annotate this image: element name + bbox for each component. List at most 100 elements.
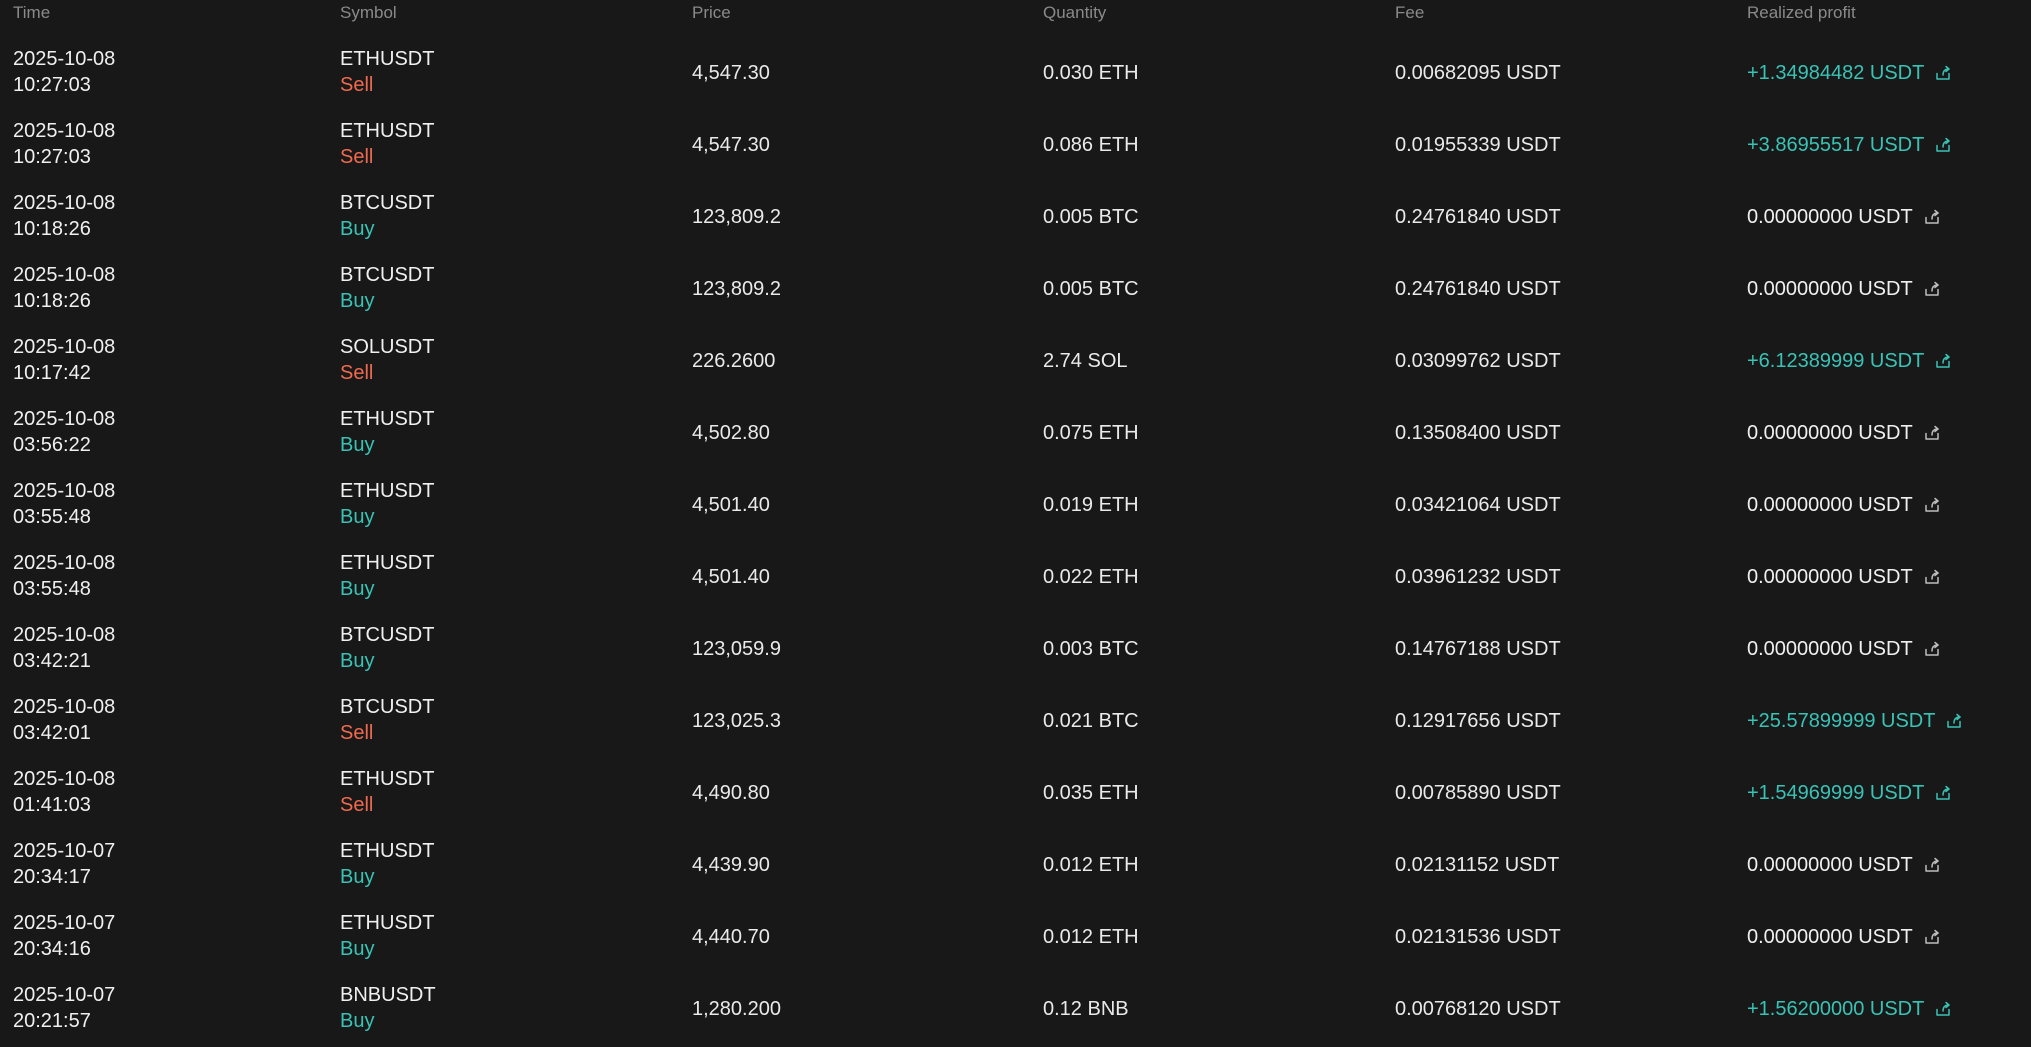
symbol-name[interactable]: ETHUSDT — [340, 478, 434, 504]
share-icon[interactable] — [1923, 640, 1941, 658]
symbol-name[interactable]: ETHUSDT — [340, 118, 434, 144]
symbol-cell: BTCUSDT Buy — [340, 262, 434, 314]
realized-profit-cell: 0.00000000 USDT — [1747, 852, 1941, 878]
share-icon[interactable] — [1923, 928, 1941, 946]
trade-date: 2025-10-08 — [13, 48, 116, 70]
share-icon[interactable] — [1934, 784, 1952, 802]
fee-cell: 0.00768120 USDT — [1395, 998, 1561, 1020]
header-time[interactable]: Time — [13, 2, 50, 24]
realized-profit-value: +1.54969999 USDT — [1747, 782, 1925, 804]
share-icon[interactable] — [1945, 712, 1963, 730]
table-row[interactable]: 2025-10-07 20:21:57 BNBUSDT Buy 1,280.20… — [0, 972, 2031, 1044]
table-body: 2025-10-08 10:27:03 ETHUSDT Sell 4,547.3… — [0, 36, 2031, 1044]
trade-time: 20:21:57 — [13, 1010, 91, 1032]
table-row[interactable]: 2025-10-08 03:42:01 BTCUSDT Sell 123,025… — [0, 684, 2031, 756]
quantity-cell: 0.005 BTC — [1043, 206, 1139, 228]
share-icon[interactable] — [1934, 352, 1952, 370]
price-cell: 4,439.90 — [692, 854, 770, 876]
trade-time: 20:34:17 — [13, 866, 91, 888]
symbol-cell: ETHUSDT Sell — [340, 118, 434, 170]
share-icon[interactable] — [1923, 856, 1941, 874]
share-icon[interactable] — [1923, 568, 1941, 586]
table-row[interactable]: 2025-10-07 20:34:16 ETHUSDT Buy 4,440.70… — [0, 900, 2031, 972]
trade-time: 10:18:26 — [13, 218, 91, 240]
table-row[interactable]: 2025-10-08 10:17:42 SOLUSDT Sell 226.260… — [0, 324, 2031, 396]
fee-cell: 0.03099762 USDT — [1395, 350, 1561, 372]
symbol-cell: ETHUSDT Sell — [340, 766, 434, 818]
realized-profit-cell: 0.00000000 USDT — [1747, 420, 1941, 446]
table-row[interactable]: 2025-10-08 10:27:03 ETHUSDT Sell 4,547.3… — [0, 108, 2031, 180]
symbol-name[interactable]: BTCUSDT — [340, 262, 434, 288]
table-row[interactable]: 2025-10-08 10:18:26 BTCUSDT Buy 123,809.… — [0, 252, 2031, 324]
share-icon[interactable] — [1923, 208, 1941, 226]
trade-time: 10:18:26 — [13, 290, 91, 312]
symbol-cell: ETHUSDT Buy — [340, 910, 434, 962]
realized-profit-cell: 0.00000000 USDT — [1747, 636, 1941, 662]
trade-date: 2025-10-08 — [13, 336, 116, 358]
share-icon[interactable] — [1934, 136, 1952, 154]
trade-time: 03:55:48 — [13, 578, 91, 600]
header-price[interactable]: Price — [692, 2, 731, 24]
symbol-name[interactable]: ETHUSDT — [340, 550, 434, 576]
symbol-cell: ETHUSDT Buy — [340, 406, 434, 458]
symbol-name[interactable]: BNBUSDT — [340, 982, 436, 1008]
symbol-name[interactable]: BTCUSDT — [340, 622, 434, 648]
symbol-cell: BNBUSDT Buy — [340, 982, 436, 1034]
header-quantity[interactable]: Quantity — [1043, 2, 1106, 24]
symbol-name[interactable]: ETHUSDT — [340, 838, 434, 864]
table-row[interactable]: 2025-10-08 03:55:48 ETHUSDT Buy 4,501.40… — [0, 540, 2031, 612]
trade-date: 2025-10-08 — [13, 192, 116, 214]
price-cell: 123,809.2 — [692, 278, 781, 300]
header-realized-profit[interactable]: Realized profit — [1747, 2, 1856, 24]
share-icon[interactable] — [1923, 280, 1941, 298]
header-fee[interactable]: Fee — [1395, 2, 1424, 24]
trade-date: 2025-10-07 — [13, 840, 116, 862]
share-icon[interactable] — [1923, 424, 1941, 442]
table-row[interactable]: 2025-10-08 10:27:03 ETHUSDT Sell 4,547.3… — [0, 36, 2031, 108]
trade-side: Buy — [340, 938, 375, 960]
fee-cell: 0.14767188 USDT — [1395, 638, 1561, 660]
trade-time: 03:55:48 — [13, 506, 91, 528]
share-icon[interactable] — [1923, 496, 1941, 514]
fee-cell: 0.00785890 USDT — [1395, 782, 1561, 804]
table-row[interactable]: 2025-10-07 20:34:17 ETHUSDT Buy 4,439.90… — [0, 828, 2031, 900]
realized-profit-value: 0.00000000 USDT — [1747, 638, 1913, 660]
symbol-cell: ETHUSDT Sell — [340, 46, 434, 98]
time-cell: 2025-10-08 10:27:03 — [13, 46, 115, 98]
trade-date: 2025-10-08 — [13, 552, 116, 574]
trade-time: 03:42:21 — [13, 650, 91, 672]
realized-profit-cell: +25.57899999 USDT — [1747, 708, 1963, 734]
trade-date: 2025-10-08 — [13, 408, 116, 430]
symbol-name[interactable]: ETHUSDT — [340, 910, 434, 936]
table-row[interactable]: 2025-10-08 03:42:21 BTCUSDT Buy 123,059.… — [0, 612, 2031, 684]
symbol-name[interactable]: BTCUSDT — [340, 694, 434, 720]
trade-side: Sell — [340, 362, 374, 384]
symbol-name[interactable]: SOLUSDT — [340, 334, 434, 360]
quantity-cell: 0.019 ETH — [1043, 494, 1139, 516]
share-icon[interactable] — [1934, 1000, 1952, 1018]
symbol-cell: ETHUSDT Buy — [340, 550, 434, 602]
trade-history-table: Time Symbol Price Quantity Fee Realized … — [0, 0, 2031, 1047]
symbol-name[interactable]: ETHUSDT — [340, 46, 434, 72]
symbol-name[interactable]: ETHUSDT — [340, 766, 434, 792]
quantity-cell: 0.012 ETH — [1043, 926, 1139, 948]
table-row[interactable]: 2025-10-08 01:41:03 ETHUSDT Sell 4,490.8… — [0, 756, 2031, 828]
symbol-name[interactable]: BTCUSDT — [340, 190, 434, 216]
trade-date: 2025-10-07 — [13, 984, 116, 1006]
symbol-cell: SOLUSDT Sell — [340, 334, 434, 386]
realized-profit-cell: 0.00000000 USDT — [1747, 204, 1941, 230]
realized-profit-value: +6.12389999 USDT — [1747, 350, 1925, 372]
symbol-name[interactable]: ETHUSDT — [340, 406, 434, 432]
trade-side: Buy — [340, 1010, 375, 1032]
trade-time: 10:27:03 — [13, 74, 91, 96]
trade-side: Sell — [340, 722, 374, 744]
price-cell: 1,280.200 — [692, 998, 781, 1020]
table-row[interactable]: 2025-10-08 10:18:26 BTCUSDT Buy 123,809.… — [0, 180, 2031, 252]
header-symbol[interactable]: Symbol — [340, 2, 397, 24]
realized-profit-value: 0.00000000 USDT — [1747, 206, 1913, 228]
time-cell: 2025-10-07 20:34:16 — [13, 910, 115, 962]
trade-time: 03:56:22 — [13, 434, 91, 456]
share-icon[interactable] — [1934, 64, 1952, 82]
table-row[interactable]: 2025-10-08 03:55:48 ETHUSDT Buy 4,501.40… — [0, 468, 2031, 540]
table-row[interactable]: 2025-10-08 03:56:22 ETHUSDT Buy 4,502.80… — [0, 396, 2031, 468]
